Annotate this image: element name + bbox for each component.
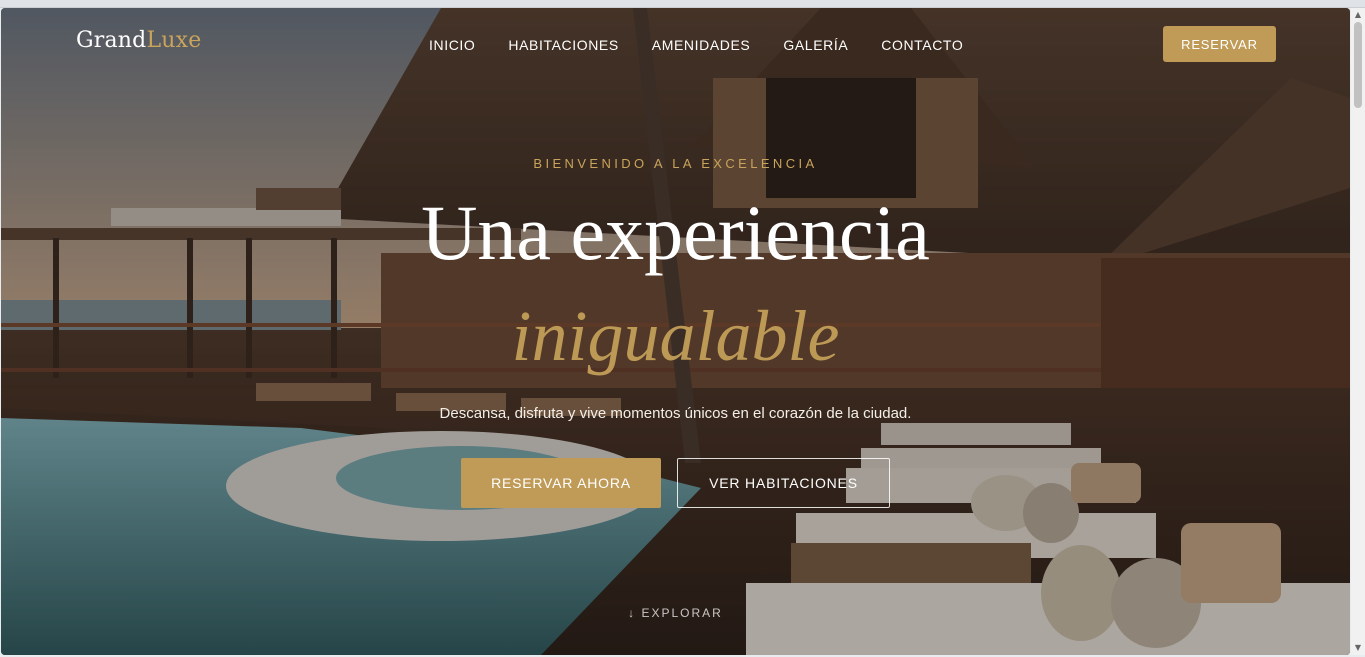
brand-logo-part-1: Grand	[76, 28, 147, 53]
brand-logo[interactable]: GrandLuxe	[76, 28, 201, 53]
hero-title-line-1: Una experiencia	[421, 189, 930, 276]
hero-section: GrandLuxe INICIO HABITACIONES AMENIDADES…	[1, 8, 1350, 655]
browser-top-edge	[0, 0, 1365, 8]
brand-logo-part-2: Luxe	[146, 28, 202, 53]
nav-link-inicio[interactable]: INICIO	[429, 37, 475, 53]
nav-link-amenidades[interactable]: AMENIDADES	[652, 37, 751, 53]
nav-link-galeria[interactable]: GALERÍA	[783, 37, 848, 53]
scroll-down-arrow-icon[interactable]: ▼	[1351, 641, 1365, 655]
reserve-button[interactable]: RESERVAR	[1163, 26, 1276, 62]
scroll-up-arrow-icon[interactable]: ▲	[1351, 8, 1365, 22]
nav-link-contacto[interactable]: CONTACTO	[881, 37, 963, 53]
hero-kicker: BIENVENIDO A LA EXCELENCIA	[533, 156, 818, 171]
browser-viewport: GrandLuxe INICIO HABITACIONES AMENIDADES…	[0, 0, 1365, 657]
scrollbar-thumb[interactable]	[1354, 22, 1362, 108]
page-scrollbar[interactable]: ▲ ▼	[1351, 8, 1365, 655]
explore-scroll-link[interactable]: ↓ EXPLORAR	[1, 606, 1350, 620]
view-rooms-button[interactable]: VER HABITACIONES	[677, 458, 890, 508]
hero-subtitle: Descansa, disfruta y vive momentos único…	[439, 405, 912, 422]
nav-link-habitaciones[interactable]: HABITACIONES	[508, 37, 618, 53]
hero-title-line-2: inigualable	[511, 296, 840, 376]
reserve-now-button[interactable]: RESERVAR AHORA	[461, 458, 661, 508]
main-menu: INICIO HABITACIONES AMENIDADES GALERÍA C…	[429, 37, 996, 53]
top-navigation: GrandLuxe INICIO HABITACIONES AMENIDADES…	[1, 8, 1350, 82]
